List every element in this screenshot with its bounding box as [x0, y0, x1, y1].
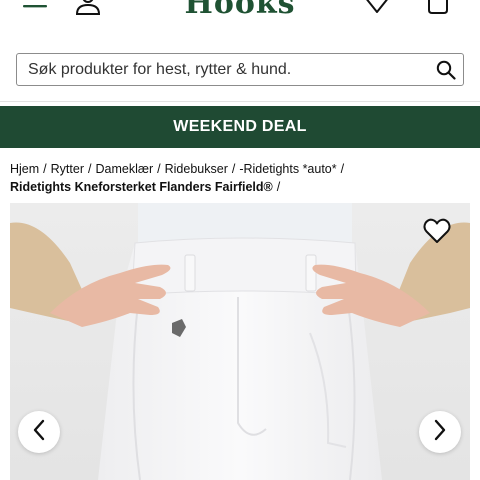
search-input[interactable]: Søk produkter for hest, rytter & hund. [17, 61, 429, 79]
search-bar[interactable]: Søk produkter for hest, rytter & hund. [16, 53, 464, 86]
breadcrumb-row: Ridetights Kneforsterket Flanders Fairfi… [10, 178, 472, 196]
breadcrumb-separator: / [340, 162, 345, 176]
breadcrumb-separator: / [231, 162, 236, 176]
top-navigation: Hooks [0, 0, 480, 22]
breadcrumb-separator: / [43, 162, 47, 176]
breadcrumb-link-ridetights[interactable]: -Ridetights *auto* [239, 162, 336, 176]
breadcrumb-current: Ridetights Kneforsterket Flanders Fairfi… [10, 180, 273, 194]
breadcrumb: Hjem / Rytter / Dameklær / Ridebukser / -Ridetig… [10, 160, 472, 196]
breadcrumb-row: Hjem / Rytter / Dameklær / Ridebukser / -Ridetig… [10, 160, 472, 178]
chevron-left-icon [32, 419, 46, 446]
weekend-deal-banner[interactable]: WEEKEND DEAL [0, 106, 480, 148]
breadcrumb-link-hjem[interactable]: Hjem [10, 162, 39, 176]
breadcrumb-link-dameklaer[interactable]: Dameklær [95, 162, 153, 176]
next-image-button[interactable] [419, 411, 461, 453]
chevron-right-icon [433, 419, 447, 446]
breadcrumb-separator: / [157, 162, 161, 176]
previous-image-button[interactable] [18, 411, 60, 453]
wishlist-heart-icon[interactable] [363, 0, 391, 21]
search-icon[interactable] [429, 54, 463, 85]
product-image[interactable] [10, 203, 470, 480]
favorite-heart-icon[interactable] [420, 215, 454, 247]
breadcrumb-separator: / [88, 162, 92, 176]
cart-icon[interactable] [426, 0, 450, 21]
brand-logo[interactable]: Hooks [0, 0, 480, 21]
breadcrumb-separator: / [276, 180, 281, 194]
header-divider [0, 101, 480, 102]
breadcrumb-link-rytter[interactable]: Rytter [51, 162, 84, 176]
banner-text: WEEKEND DEAL [173, 118, 307, 135]
breadcrumb-link-ridebukser[interactable]: Ridebukser [165, 162, 228, 176]
